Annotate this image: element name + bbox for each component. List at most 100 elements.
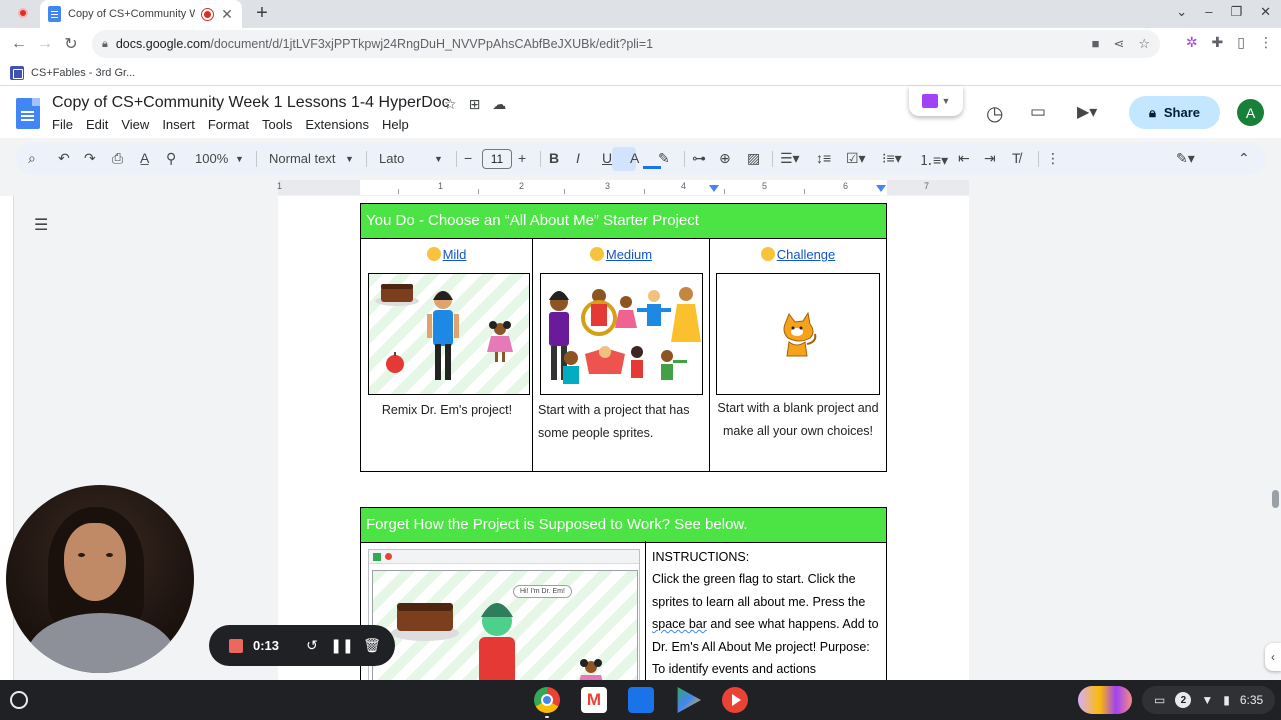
comments-icon[interactable]: ▭: [1030, 102, 1046, 122]
decrease-font-size-icon[interactable]: −: [464, 150, 472, 166]
cloud-status-icon[interactable]: ☁: [492, 96, 506, 113]
move-folder-icon[interactable]: ⊞: [469, 96, 481, 113]
extension-flower-icon[interactable]: ✲: [1186, 34, 1198, 51]
youtube-app-icon[interactable]: [722, 687, 748, 713]
style-caret-icon: ▼: [345, 154, 354, 164]
document-page[interactable]: You Do - Choose an “All About Me” Starte…: [278, 196, 969, 687]
extension-popup[interactable]: ▼: [909, 86, 963, 116]
increase-font-size-icon[interactable]: +: [518, 150, 526, 166]
tab-search-icon[interactable]: ⌄: [1176, 4, 1187, 20]
docs-logo-icon[interactable]: [16, 98, 40, 129]
undo-icon[interactable]: ↶: [58, 150, 70, 167]
editing-mode-pencil-icon[interactable]: ✎▾: [1176, 150, 1195, 167]
address-bar[interactable]: 🔒︎ docs.google.com/document/d/1jtLVF3xjP…: [92, 30, 1160, 58]
gmail-app-icon[interactable]: [581, 687, 607, 713]
decrease-indent-icon[interactable]: ⇤: [958, 150, 970, 167]
bookmark-star-icon[interactable]: ☆: [1138, 36, 1150, 52]
align-icon[interactable]: ☰▾: [780, 150, 800, 167]
webcam-bubble[interactable]: [6, 485, 194, 673]
bookmark-item[interactable]: CS+Fables - 3rd Gr...: [31, 67, 135, 79]
browser-tab[interactable]: Copy of CS+Community We ✕: [40, 0, 242, 28]
medium-project-image[interactable]: [540, 273, 703, 395]
share-button[interactable]: 🔒︎ Share: [1129, 96, 1220, 129]
files-app-icon[interactable]: [628, 687, 654, 713]
mild-link[interactable]: Mild: [361, 247, 532, 262]
font-size-input[interactable]: 11: [482, 149, 512, 169]
browser-menu-icon[interactable]: ⋮: [1259, 34, 1273, 51]
challenge-project-image[interactable]: [716, 273, 880, 395]
mild-project-image[interactable]: [368, 273, 530, 395]
numbered-list-icon[interactable]: ⒈≡▾: [919, 150, 948, 170]
instructions-body: Click the green flag to start. Click the…: [652, 568, 886, 680]
star-icon[interactable]: ☆: [444, 96, 457, 113]
bold-icon[interactable]: B: [549, 150, 559, 166]
screen-recorder-bar: 0:13 ↺ ❚❚ 🗑︎: [209, 625, 395, 666]
more-options-icon[interactable]: ⋮: [1046, 150, 1060, 167]
menu-help[interactable]: Help: [382, 117, 415, 132]
right-indent-marker-icon[interactable]: [876, 185, 886, 192]
menu-tools[interactable]: Tools: [262, 117, 298, 132]
version-history-icon[interactable]: ◷: [986, 101, 1003, 126]
insert-link-icon[interactable]: ⊶: [692, 150, 706, 167]
forward-icon[interactable]: →: [32, 35, 58, 53]
tray-apps-icon[interactable]: [1078, 686, 1132, 714]
add-comment-icon[interactable]: ⊕: [719, 150, 731, 167]
account-avatar[interactable]: A: [1237, 99, 1264, 126]
italic-icon[interactable]: I: [576, 150, 580, 166]
checklist-icon[interactable]: ☑▾: [846, 150, 866, 167]
bulleted-list-icon[interactable]: ⁝≡▾: [882, 150, 902, 167]
tab-close-icon[interactable]: ✕: [220, 6, 234, 23]
medium-link[interactable]: Medium: [533, 247, 709, 262]
increase-indent-icon[interactable]: ⇥: [984, 150, 996, 167]
menu-file[interactable]: File: [52, 117, 79, 132]
font-select[interactable]: Lato: [379, 151, 404, 166]
launcher-icon[interactable]: [10, 691, 28, 709]
highlight-icon[interactable]: ✎: [658, 150, 670, 167]
search-menus-icon[interactable]: ⌕: [28, 150, 36, 167]
redo-icon[interactable]: ↷: [84, 150, 96, 167]
reload-icon[interactable]: ↻: [58, 34, 84, 54]
hide-menus-chevron-icon[interactable]: ⌃: [1238, 150, 1250, 167]
share-page-icon[interactable]: ⋖: [1113, 36, 1124, 52]
pause-recording-icon[interactable]: ❚❚: [327, 637, 357, 654]
document-title[interactable]: Copy of CS+Community Week 1 Lessons 1-4 …: [52, 94, 450, 112]
scratch-project-preview[interactable]: Hi! I'm Dr. Em!: [368, 549, 640, 686]
menu-view[interactable]: View: [121, 117, 155, 132]
side-panel-chevron-icon[interactable]: ‹: [1265, 643, 1281, 671]
restart-recording-icon[interactable]: ↺: [297, 637, 327, 654]
play-store-app-icon[interactable]: [677, 687, 701, 713]
indent-marker-icon[interactable]: [709, 185, 719, 192]
stop-recording-button[interactable]: [229, 638, 243, 653]
horizontal-ruler[interactable]: 1 1 2 3 4 5 6 7: [277, 180, 969, 195]
new-tab-button[interactable]: +: [252, 2, 272, 25]
presenter-shirt: [26, 613, 176, 673]
text-color-icon[interactable]: A: [630, 150, 639, 166]
vertical-scrollbar[interactable]: [1272, 490, 1279, 508]
paint-format-icon[interactable]: ⚲: [166, 150, 176, 167]
menu-extensions[interactable]: Extensions: [305, 117, 375, 132]
back-icon[interactable]: ←: [6, 35, 32, 53]
print-icon[interactable]: ⎙: [112, 150, 123, 167]
minimize-icon[interactable]: –: [1205, 4, 1212, 20]
camera-in-use-icon[interactable]: ■: [1092, 36, 1100, 52]
line-spacing-icon[interactable]: ↕≡: [816, 150, 831, 166]
menu-insert[interactable]: Insert: [162, 117, 201, 132]
clear-formatting-icon[interactable]: T̸: [1012, 150, 1021, 166]
zoom-select[interactable]: 100%: [195, 151, 228, 166]
restore-icon[interactable]: ❐: [1230, 4, 1242, 20]
challenge-link[interactable]: Challenge: [710, 247, 886, 262]
close-window-icon[interactable]: ✕: [1260, 4, 1271, 20]
underline-icon[interactable]: U: [602, 150, 612, 166]
delete-recording-icon[interactable]: 🗑︎: [357, 637, 387, 654]
side-panel-icon[interactable]: ▯: [1237, 34, 1245, 51]
insert-image-icon[interactable]: ▨: [747, 150, 760, 167]
menu-edit[interactable]: Edit: [86, 117, 114, 132]
extensions-puzzle-icon[interactable]: ✚: [1212, 34, 1224, 51]
document-outline-icon[interactable]: ☰: [34, 215, 48, 235]
spellcheck-icon[interactable]: A̲: [140, 150, 149, 166]
paragraph-style-select[interactable]: Normal text: [269, 151, 335, 166]
chrome-app-icon[interactable]: [534, 687, 560, 713]
meet-camera-icon[interactable]: ▶▾: [1077, 102, 1097, 122]
menu-format[interactable]: Format: [208, 117, 255, 132]
status-tray[interactable]: ▭ 2 ▼ ▮ 6:35: [1142, 686, 1276, 714]
